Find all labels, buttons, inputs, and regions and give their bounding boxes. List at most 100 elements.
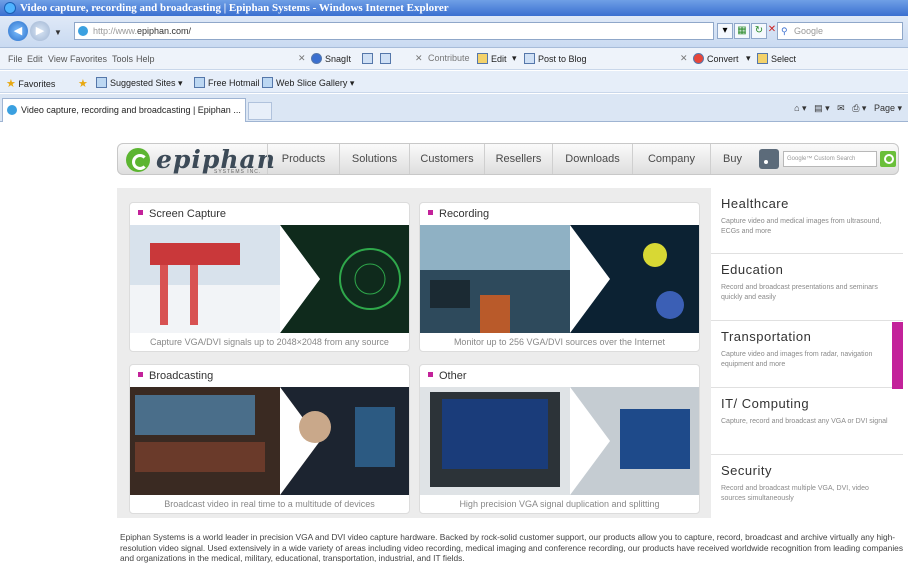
history-dropdown-icon[interactable]: ▼ xyxy=(54,28,62,37)
card-other[interactable]: Other High precision VGA signal duplicat… xyxy=(419,364,700,514)
sector-desc: Capture video and medical images from ul… xyxy=(721,218,882,235)
ie-page-icon xyxy=(96,77,107,88)
url-protocol: http://www. xyxy=(93,26,138,36)
sector-desc: Record and broadcast multiple VGA, DVI, … xyxy=(721,485,869,502)
close-toolbar-icon[interactable]: ✕ xyxy=(298,53,306,64)
back-button[interactable]: ◀ xyxy=(8,21,28,41)
nav-products[interactable]: Products xyxy=(267,144,339,174)
fav-hotmail-label: Free Hotmail xyxy=(208,78,260,88)
nav-downloads[interactable]: Downloads xyxy=(552,144,632,174)
sector-it-computing[interactable]: IT/ Computing Capture, record and broadc… xyxy=(711,388,903,455)
sector-title: Healthcare xyxy=(721,196,789,211)
sector-desc: Record and broadcast presentations and s… xyxy=(721,284,878,301)
fav-suggested-label: Suggested Sites ▾ xyxy=(110,78,183,88)
sector-desc: Capture, record and broadcast any VGA or… xyxy=(721,418,888,425)
sector-title: IT/ Computing xyxy=(721,396,810,411)
other-image xyxy=(420,387,699,495)
search-placeholder: Google xyxy=(794,26,824,36)
card-title: Broadcasting xyxy=(138,370,213,382)
sector-transportation[interactable]: Transportation Capture video and images … xyxy=(711,321,903,388)
favorites-button[interactable]: ★ Favorites xyxy=(6,77,55,90)
contribute-label[interactable]: Contribute xyxy=(428,53,470,63)
url-domain: epiphan.com/ xyxy=(137,26,192,36)
epiphan-logo[interactable]: epiphan SYSTEMS INC. xyxy=(126,145,276,175)
card-caption: High precision VGA signal duplication an… xyxy=(459,499,660,509)
address-bar-row: ◀ ▶ ▼ http://www.epiphan.com/ ▾ ▦ ↻ ✕ ⚲ … xyxy=(0,16,908,48)
favorites-bar: ★ Favorites ★ Suggested Sites ▾ Free Hot… xyxy=(0,71,908,93)
bullet-icon xyxy=(138,372,143,377)
sector-security[interactable]: Security Record and broadcast multiple V… xyxy=(711,455,903,518)
nav-solutions[interactable]: Solutions xyxy=(339,144,409,174)
menu-tools[interactable]: Tools xyxy=(112,54,133,64)
page-menu[interactable]: Page ▾ xyxy=(874,103,902,113)
post-to-blog-button[interactable]: Post to Blog xyxy=(524,53,587,64)
add-star-icon: ★ xyxy=(78,78,88,90)
rss-icon[interactable] xyxy=(759,149,779,169)
card-title-text: Other xyxy=(439,370,467,382)
edit-label: Edit xyxy=(491,54,507,64)
snagit-button[interactable]: SnagIt xyxy=(311,53,351,64)
sector-title: Transportation xyxy=(721,329,812,344)
edit-button[interactable]: Edit xyxy=(477,53,507,64)
nav-buy[interactable]: Buy xyxy=(710,144,754,174)
sector-healthcare[interactable]: Healthcare Capture video and medical ima… xyxy=(711,188,903,254)
fav-item-web-slice-gallery[interactable]: Web Slice Gallery ▾ xyxy=(262,77,354,89)
nav-company[interactable]: Company xyxy=(632,144,710,174)
url-dropdown-icon[interactable]: ▾ xyxy=(717,23,733,39)
menu-view[interactable]: View xyxy=(48,54,67,64)
close-contribute-icon[interactable]: ✕ xyxy=(415,53,423,64)
tab-favicon-icon xyxy=(7,105,17,115)
convert-label: Convert xyxy=(707,54,739,64)
snagit-label: SnagIt xyxy=(325,54,352,64)
search-input[interactable]: ⚲ Google xyxy=(777,22,903,40)
close-convert-icon[interactable]: ✕ xyxy=(680,53,688,64)
ie-page-icon xyxy=(262,77,273,88)
about-paragraph: Epiphan Systems is a world leader in pre… xyxy=(120,532,904,563)
ie-page-icon xyxy=(194,77,205,88)
nav-resellers[interactable]: Resellers xyxy=(484,144,552,174)
site-search-button[interactable] xyxy=(880,151,896,167)
menu-toolbar-row: File Edit View Favorites Tools Help ✕ Sn… xyxy=(0,48,908,70)
card-recording[interactable]: Recording Monitor up to 256 VGA/DVI sour… xyxy=(419,202,700,352)
url-input[interactable]: http://www.epiphan.com/ xyxy=(74,22,714,40)
ie-logo-icon xyxy=(4,2,16,14)
menu-edit[interactable]: Edit xyxy=(27,54,43,64)
edit-icon xyxy=(477,53,488,64)
compatibility-icon[interactable]: ▦ xyxy=(734,23,750,39)
site-search-input[interactable]: Google™ Custom Search xyxy=(783,151,877,167)
convert-button[interactable]: Convert xyxy=(693,53,739,64)
menu-favorites[interactable]: Favorites xyxy=(70,54,107,64)
menu-help[interactable]: Help xyxy=(136,54,155,64)
add-favorite-icon[interactable]: ★ xyxy=(78,77,88,90)
snagit-window-icon[interactable] xyxy=(380,53,394,64)
sector-education[interactable]: Education Record and broadcast presentat… xyxy=(711,254,903,321)
new-tab-button[interactable] xyxy=(248,102,272,120)
select-button[interactable]: Select xyxy=(757,53,796,64)
sector-title: Security xyxy=(721,463,772,478)
forward-button[interactable]: ▶ xyxy=(30,21,50,41)
logo-subtitle: SYSTEMS INC. xyxy=(214,169,262,175)
window-title: Video capture, recording and broadcastin… xyxy=(20,2,449,14)
tab-epiphan[interactable]: Video capture, recording and broadcastin… xyxy=(2,98,246,122)
card-screen-capture[interactable]: Screen Capture Capture VGA/DVI signals u… xyxy=(129,202,410,352)
convert-dropdown-icon[interactable]: ▾ xyxy=(746,53,751,64)
card-broadcasting[interactable]: Broadcasting Broadcast video in real tim… xyxy=(129,364,410,514)
edit-dropdown-icon[interactable]: ▾ xyxy=(512,53,517,64)
nav-customers[interactable]: Customers xyxy=(409,144,484,174)
card-caption: Capture VGA/DVI signals up to 2048×2048 … xyxy=(150,337,389,347)
window-icon xyxy=(380,53,391,64)
menu-file[interactable]: File xyxy=(8,54,23,64)
snagit-capture-icon[interactable] xyxy=(362,53,376,64)
home-icon[interactable]: ⌂ ▾ xyxy=(794,103,806,113)
camera-icon xyxy=(362,53,373,64)
print-icon[interactable]: ⎙ ▾ xyxy=(852,103,866,113)
mail-icon[interactable]: ✉ xyxy=(837,103,845,113)
fav-item-suggested-sites[interactable]: Suggested Sites ▾ xyxy=(96,77,183,89)
card-title: Screen Capture xyxy=(138,208,226,220)
recording-image xyxy=(420,225,699,333)
card-title-text: Screen Capture xyxy=(149,208,227,220)
bullet-icon xyxy=(138,210,143,215)
feeds-icon[interactable]: ▤ ▾ xyxy=(814,103,830,113)
card-caption: Monitor up to 256 VGA/DVI sources over t… xyxy=(453,337,666,347)
fav-item-free-hotmail[interactable]: Free Hotmail xyxy=(194,77,260,88)
